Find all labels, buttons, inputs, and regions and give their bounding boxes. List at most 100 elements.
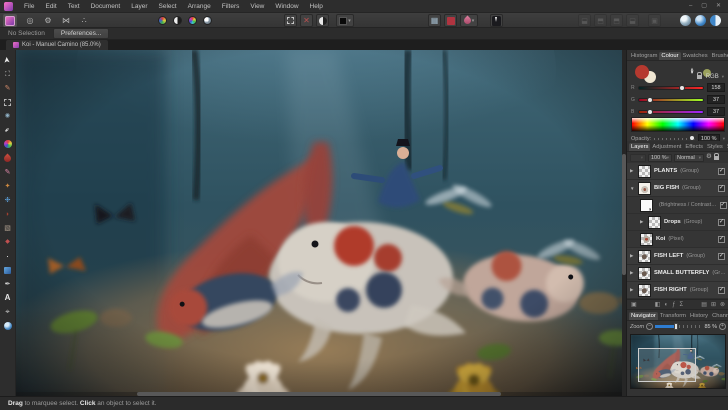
close-button[interactable]: ✕ [716,0,721,13]
colour-mode-select[interactable]: RGB [706,74,719,80]
expand-arrow-icon[interactable]: ▶ [640,219,645,225]
deselect-button[interactable]: ✕ [300,14,313,27]
menu-arrange[interactable]: Arrange [188,3,211,10]
layer-visibility-checkbox[interactable] [718,219,725,226]
layer-visibility-checkbox[interactable] [718,287,725,294]
layer-visibility-checkbox[interactable] [718,253,725,260]
navigator-thumbnail[interactable] [631,335,725,388]
adjustment-thumbnail[interactable] [640,199,653,212]
tab-history[interactable]: History [688,312,710,320]
lock-icon[interactable] [697,75,702,79]
marquee-tool[interactable] [1,95,15,109]
layer-row-small-butterfly[interactable]: ▶ SMALL BUTTERFLY (Gr… [627,265,728,282]
burn-brush-tool[interactable]: ◗ [1,207,15,221]
collapse-arrow-icon[interactable]: ▼ [630,186,635,191]
mask-toggle-button[interactable] [316,14,329,27]
tab-adjustment[interactable]: Adjustment [650,143,683,151]
expand-arrow-icon[interactable]: ▶ [630,168,635,174]
healing-brush-tool[interactable]: ❉ [1,193,15,207]
maximize-button[interactable]: ▢ [701,0,707,13]
paint-brush-tool[interactable] [1,151,15,165]
liquify-persona-button[interactable]: ◎ [23,14,37,27]
colour-swatch-button[interactable]: ▾ [336,14,354,27]
tone-mapping-persona-button[interactable]: ⋈ [59,14,73,27]
minimize-button[interactable]: – [689,0,692,13]
grid-toggle-button[interactable]: ▦ [428,14,441,27]
layer-visibility-checkbox[interactable] [718,168,725,175]
zoom-tool[interactable] [1,319,15,333]
menu-edit[interactable]: Edit [45,3,56,10]
navigator-view-rect[interactable] [638,348,696,382]
layer-row-fish-left[interactable]: ▶ FISH LEFT (Group) [627,248,728,265]
layer-effects-icon[interactable]: ƒ [672,302,675,308]
selection-brush-tool[interactable]: ✎ [1,81,15,95]
gradient-tool[interactable] [1,137,15,151]
layer-row-fish-right[interactable]: ▶ FISH RIGHT (Group) [627,282,728,299]
layer-opacity-select[interactable]: 100 %▾ [648,154,672,162]
split-view-icon[interactable] [710,15,721,26]
blend-mode-select[interactable]: Normal▾ [674,154,704,162]
brush-picker-button[interactable]: ▾ [460,14,478,27]
clone-stamp-tool[interactable]: ▧ [1,221,15,235]
auto-colours-icon[interactable] [188,16,197,25]
eyedropper-icon[interactable]: ✒ [688,67,697,74]
tab-layers[interactable]: Layers [629,143,650,151]
layer-row-plants[interactable]: ▶ PLANTS (Group) [627,163,728,180]
zoom-value[interactable]: 85 % [704,324,717,330]
foreground-colour-swatch[interactable] [635,65,649,79]
expand-arrow-icon[interactable]: ▶ [630,270,635,276]
layer-visibility-checkbox[interactable] [718,185,725,192]
layer-visibility-checkbox[interactable] [720,202,727,209]
tab-brushes[interactable]: Brushes [710,52,728,60]
view-quality-icon[interactable] [680,15,691,26]
auto-white-balance-icon[interactable] [203,16,212,25]
colour-spectrum[interactable] [631,117,725,132]
green-slider-handle[interactable] [647,97,653,103]
zoom-slider[interactable] [655,325,702,328]
layer-thumbnail[interactable] [638,165,651,178]
edit-all-layers-icon[interactable]: ▣ [631,302,637,308]
menu-document[interactable]: Document [91,3,121,10]
tab-swatches[interactable]: Swatches [681,52,710,60]
tab-navigator[interactable]: Navigator [629,312,658,320]
brush-colour-button[interactable] [444,14,457,27]
red-slider[interactable] [638,86,704,90]
overlay-brush-tool[interactable]: ✦ [1,179,15,193]
export-persona-button[interactable]: ∴ [77,14,91,27]
tab-histogram[interactable]: Histogram [629,52,659,60]
tab-styles[interactable]: Styles [705,143,725,151]
node-tool[interactable]: ⌖ [1,305,15,319]
blue-value[interactable]: 37 [707,107,725,116]
menu-file[interactable]: File [24,3,34,10]
flood-fill-tool[interactable] [1,263,15,277]
tab-transform[interactable]: Transform [658,312,688,320]
green-slider[interactable] [638,98,704,102]
pen-tool[interactable]: ✒ [1,277,15,291]
menu-text[interactable]: Text [68,3,80,10]
opacity-slider[interactable] [654,138,695,140]
layer-row-drops[interactable]: ▶ Drops (Group) [627,214,728,231]
blue-slider-handle[interactable] [647,109,653,115]
marquee-options-button[interactable] [284,14,297,27]
zoom-slider-handle[interactable] [674,323,678,330]
pixel-preview-icon[interactable] [695,15,706,26]
live-filter-icon[interactable]: Σ [679,302,683,308]
document-canvas[interactable] [16,50,622,396]
crop-tool[interactable]: ⛶ [1,67,15,81]
pixel-brush-tool[interactable]: ✎ [1,165,15,179]
layer-thumbnail[interactable] [648,216,661,229]
green-value[interactable]: 37 [707,95,725,104]
move-tool[interactable]: ➤ [1,53,15,67]
photo-persona-button[interactable] [3,14,17,27]
layer-thumbnail[interactable] [638,267,651,280]
auto-contrast-icon[interactable] [173,16,182,25]
delete-layer-icon[interactable]: ⊗ [720,302,725,308]
blemish-removal-tool[interactable]: · [1,249,15,263]
layer-visibility-checkbox[interactable] [718,236,725,243]
mask-layer-icon[interactable]: ◧ [655,302,661,308]
adjustment-icon[interactable]: ◐ [664,302,668,308]
red-value[interactable]: 158 [707,83,725,92]
flood-select-tool[interactable]: ◉ [1,109,15,123]
zoom-in-button[interactable]: + [719,323,726,330]
zoom-out-button[interactable]: − [646,323,653,330]
